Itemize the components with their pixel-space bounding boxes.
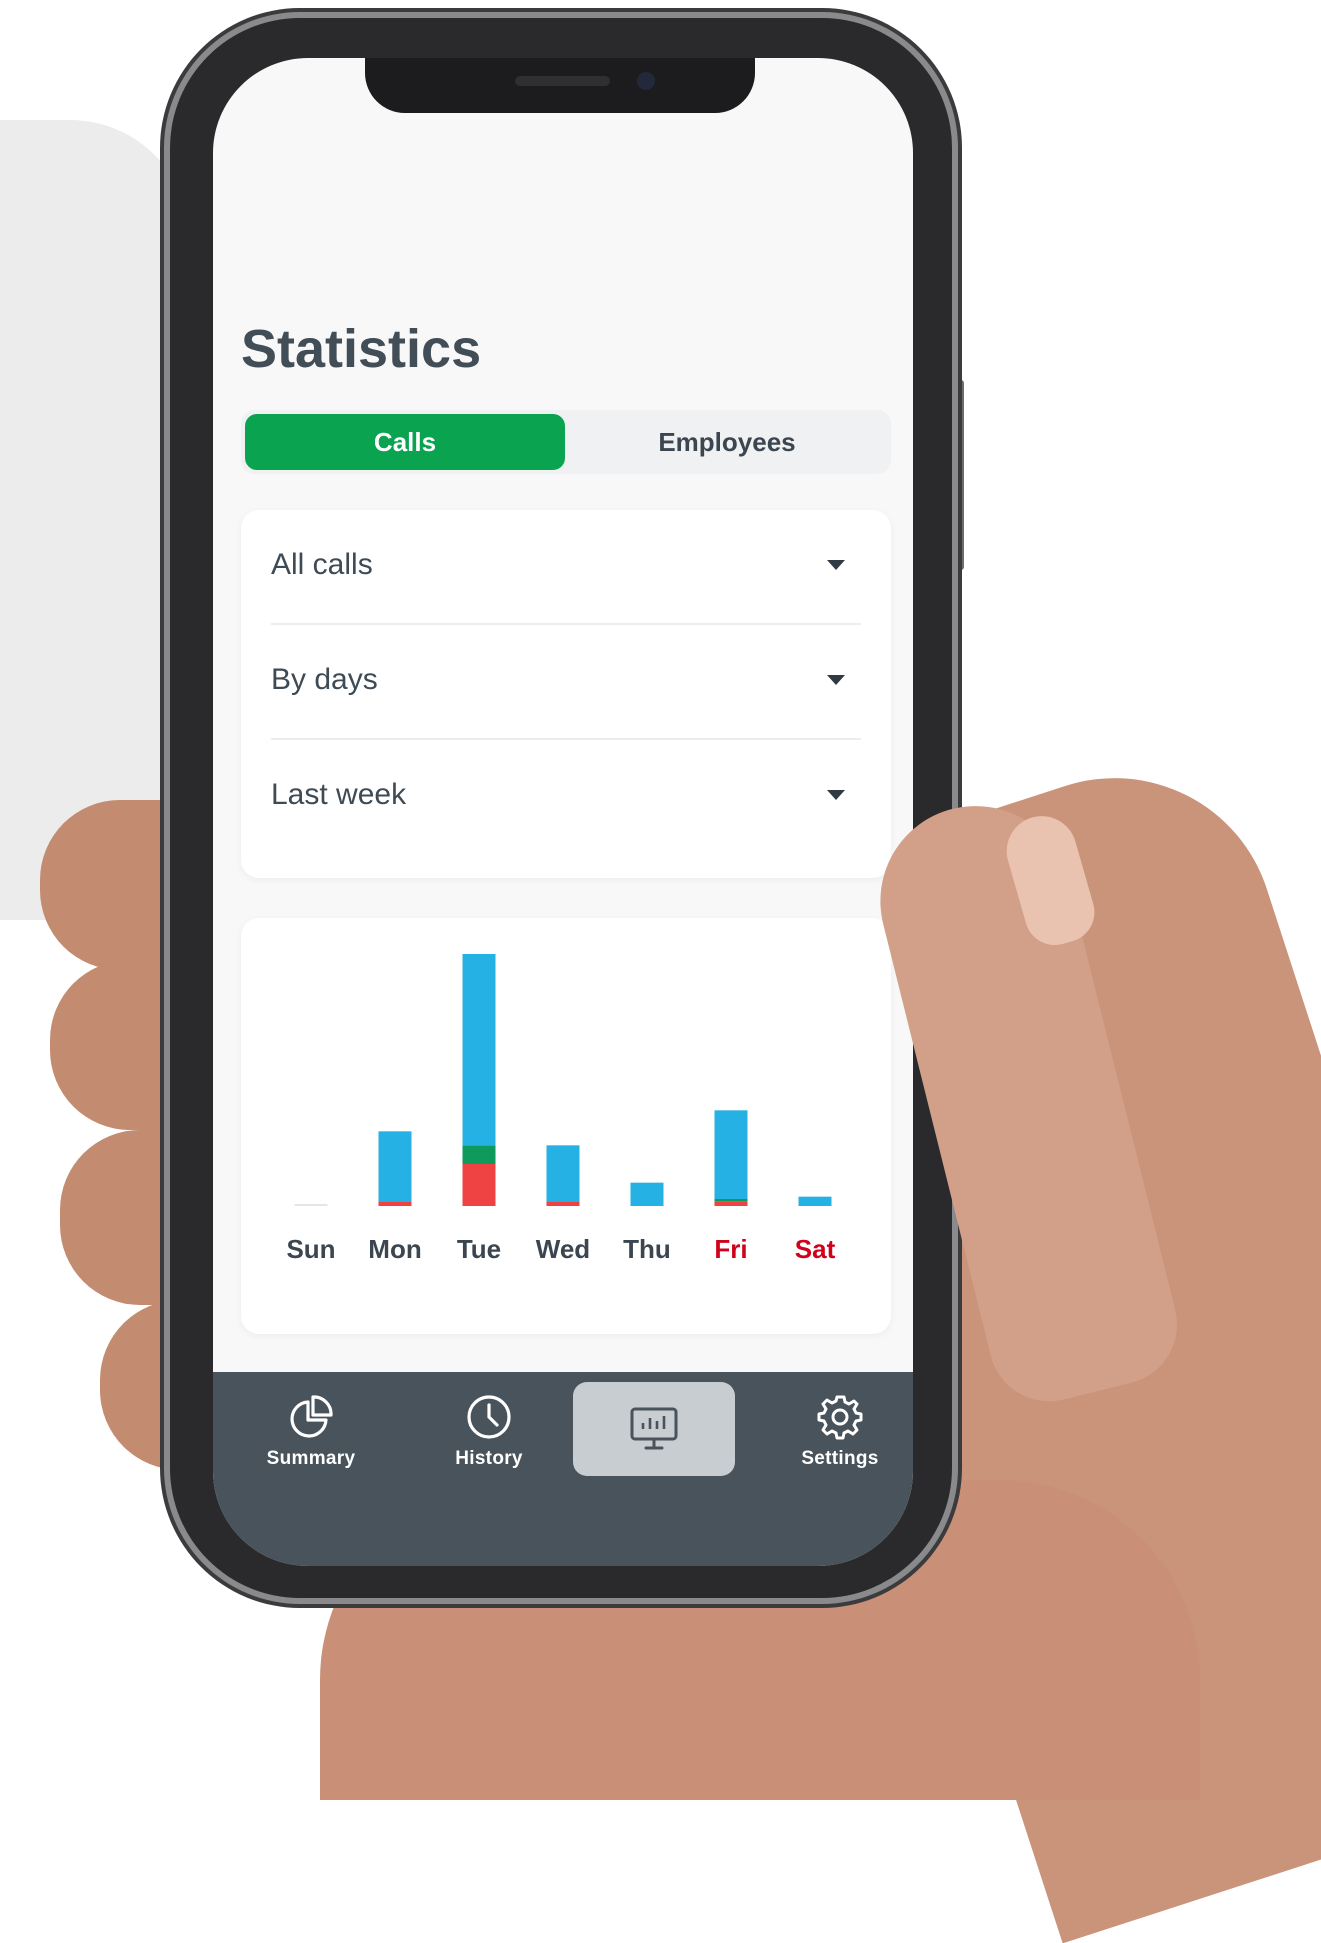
bar-tue-series-0 — [462, 1164, 496, 1206]
grouping-dropdown[interactable]: By days — [271, 625, 861, 738]
tab-employees[interactable]: Employees — [567, 414, 887, 470]
bar-tue-series-2 — [462, 954, 496, 1146]
camera-icon — [637, 72, 655, 90]
chevron-down-icon — [827, 790, 845, 800]
bar-thu-series-2 — [630, 1182, 664, 1206]
tab-settings-label: Settings — [801, 1448, 879, 1469]
tab-summary-label: Summary — [266, 1448, 356, 1469]
gear-icon — [817, 1395, 863, 1440]
grouping-value: By days — [271, 663, 378, 696]
bar-mon-series-2 — [378, 1131, 412, 1202]
x-tick-label-tue: Tue — [457, 1234, 501, 1264]
segmented-control: Calls Employees — [241, 410, 891, 474]
filters-card: All calls By days Last week — [241, 510, 891, 878]
page-title: Statistics — [241, 319, 482, 379]
phone-side-button — [956, 380, 964, 570]
period-dropdown[interactable]: Last week — [271, 740, 861, 853]
calls-bar-chart: Sun Mon Tue Wed Thu Fri Sat — [286, 954, 836, 1264]
x-tick-label-wed: Wed — [536, 1234, 590, 1264]
clock-icon — [467, 1395, 511, 1439]
phone-notch — [365, 58, 755, 113]
bar-mon-series-0 — [378, 1201, 412, 1206]
bar-fri-series-1 — [714, 1199, 748, 1202]
chart-card: Sun Mon Tue Wed Thu Fri Sat — [241, 918, 891, 1334]
tab-statistics[interactable] — [573, 1382, 735, 1476]
phone-side-button — [160, 330, 168, 460]
bar-wed-series-2 — [546, 1145, 580, 1202]
call-type-dropdown[interactable]: All calls — [271, 510, 861, 623]
chevron-down-icon — [827, 560, 845, 570]
tab-history-label: History — [455, 1448, 523, 1469]
x-tick-label-sun: Sun — [286, 1234, 335, 1264]
tab-settings[interactable]: Settings — [760, 1392, 913, 1492]
tab-history[interactable]: History — [409, 1392, 569, 1492]
tab-summary[interactable]: Summary — [231, 1392, 391, 1492]
x-tick-label-sat: Sat — [795, 1234, 836, 1264]
bar-fri-series-0 — [714, 1201, 748, 1206]
x-tick-label-mon: Mon — [368, 1234, 421, 1264]
call-type-value: All calls — [271, 548, 373, 581]
bar-sat-series-2 — [798, 1196, 832, 1206]
phone-screen: Statistics Calls Employees All calls By … — [213, 58, 913, 1566]
speaker-icon — [515, 76, 610, 86]
tab-calls[interactable]: Calls — [245, 414, 565, 470]
x-tick-label-fri: Fri — [714, 1234, 747, 1264]
bar-wed-series-0 — [546, 1201, 580, 1206]
x-tick-label-thu: Thu — [623, 1234, 671, 1264]
period-value: Last week — [271, 778, 407, 811]
pie-chart-icon — [290, 1395, 333, 1438]
phone-side-button — [160, 480, 168, 610]
bar-tue-series-1 — [462, 1145, 496, 1164]
phone-side-button — [160, 210, 168, 300]
bottom-tab-bar: Summary History Settings — [213, 1372, 913, 1566]
chevron-down-icon — [827, 675, 845, 685]
statistics-monitor-icon — [630, 1407, 678, 1450]
bar-fri-series-2 — [714, 1110, 748, 1199]
